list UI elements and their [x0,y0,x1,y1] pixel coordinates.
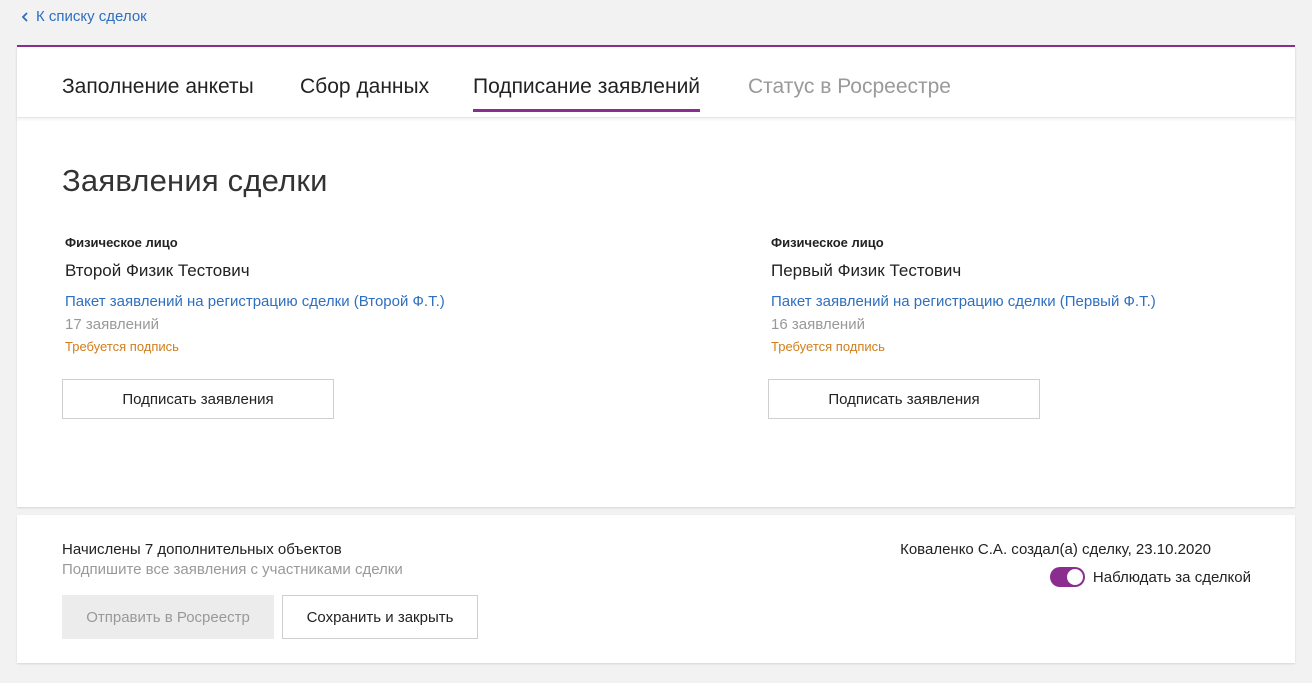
creator-info: Коваленко С.А. создал(а) сделку, 23.10.2… [900,541,1211,558]
toggle-knob [1066,569,1083,585]
signature-status: Требуется подпись [65,339,179,354]
back-to-deals-link[interactable]: К списку сделок [20,8,147,25]
tab-data-collection[interactable]: Сбор данных [300,75,429,109]
watch-deal-toggle[interactable] [1049,567,1085,587]
party-block: Физическое лицо Второй Физик Тестович Па… [65,235,585,354]
signing-hint: Подпишите все заявления с участниками сд… [62,561,403,578]
sign-statements-button[interactable]: Подписать заявления [62,379,334,419]
page-title: Заявления сделки [62,163,328,198]
signature-status: Требуется подпись [771,339,885,354]
tab-signing[interactable]: Подписание заявлений [473,75,701,112]
footer-panel: Начислены 7 дополнительных объектов Подп… [17,515,1295,663]
sign-statements-button[interactable]: Подписать заявления [768,379,1040,419]
statements-count: 16 заявлений [771,316,865,333]
chevron-left-icon [21,11,28,22]
tab-questionnaire[interactable]: Заполнение анкеты [62,75,254,109]
party-block: Физическое лицо Первый Физик Тестович Па… [771,235,1291,354]
tab-rosreestr-status: Статус в Росреестре [748,75,951,98]
statements-count: 17 заявлений [65,316,159,333]
deal-card: Заполнение анкеты Сбор данных Подписание… [17,45,1295,507]
objects-info: Начислены 7 дополнительных объектов [62,541,342,558]
party-type: Физическое лицо [65,235,178,250]
watch-deal-control: Наблюдать за сделкой [1049,567,1251,587]
package-link[interactable]: Пакет заявлений на регистрацию сделки (В… [65,293,585,310]
party-type: Физическое лицо [771,235,884,250]
party-name: Второй Физик Тестович [65,261,250,280]
back-link-label: К списку сделок [36,8,147,25]
step-tabs: Заполнение анкеты Сбор данных Подписание… [17,47,1295,118]
send-to-rosreestr-button: Отправить в Росреестр [62,595,274,639]
save-and-close-button[interactable]: Сохранить и закрыть [282,595,478,639]
party-name: Первый Физик Тестович [771,261,962,280]
package-link[interactable]: Пакет заявлений на регистрацию сделки (П… [771,293,1291,310]
watch-deal-label: Наблюдать за сделкой [1092,568,1251,586]
